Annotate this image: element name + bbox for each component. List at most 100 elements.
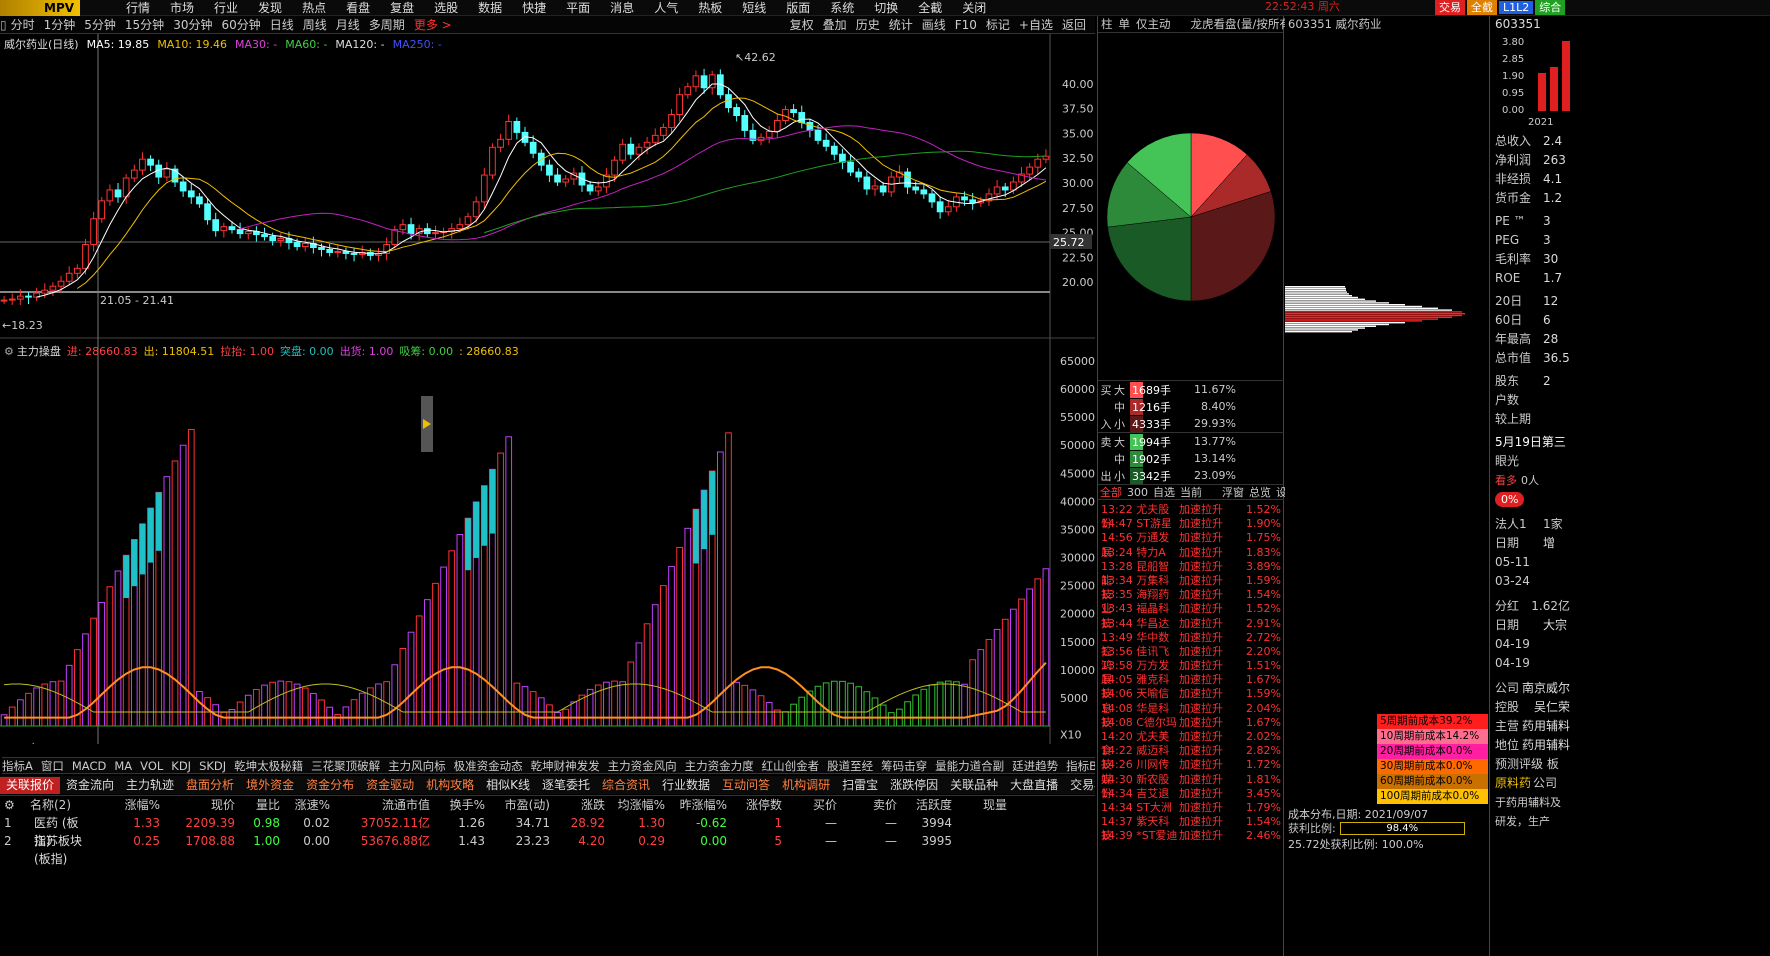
- kline-chart[interactable]: 40.0037.5035.0032.5030.0027.5025.0022.50…: [0, 34, 1095, 744]
- table-row[interactable]: 1 医药 (板指) 1.33 2209.39 0.98 0.02 37052.11亿 1.26…: [0, 814, 1095, 848]
- indicator-tab-2[interactable]: MACD: [72, 759, 106, 773]
- news-item[interactable]: 13:34 万集科技 加速拉升 1.59%: [1101, 574, 1283, 601]
- table-row[interactable]: 2 江苏板块 (板指) 0.25 1708.88 1.00 0.00 53676.88亿 1.…: [0, 832, 1095, 866]
- period-2[interactable]: 5分钟: [84, 16, 116, 33]
- menu-item-6[interactable]: 复盘: [390, 0, 414, 16]
- news-item[interactable]: 14:08 华是科技 加速拉升 2.04%: [1101, 702, 1283, 729]
- news-item[interactable]: 14:26 川网传媒 加速拉升 1.72%: [1101, 758, 1283, 785]
- menu-item-12[interactable]: 人气: [654, 0, 678, 16]
- menu-item-3[interactable]: 发现: [258, 0, 282, 16]
- settings-icon[interactable]: ⚙: [0, 796, 30, 814]
- indicator-tab-12[interactable]: 主力资金风向: [608, 758, 677, 773]
- tool-6[interactable]: 标记: [986, 16, 1010, 33]
- menu-item-18[interactable]: 全截: [918, 0, 942, 16]
- bottom-tab-2[interactable]: 主力轨迹: [120, 777, 180, 794]
- tool-1[interactable]: 叠加: [823, 16, 847, 33]
- menu-item-10[interactable]: 平面: [566, 0, 590, 16]
- bottom-tab-1[interactable]: 资金流向: [60, 777, 120, 794]
- col-header-14[interactable]: 活跃度: [897, 796, 952, 814]
- menu-item-5[interactable]: 看盘: [346, 0, 370, 16]
- news-item[interactable]: 14:37 紫天科技 加速拉升 1.54%: [1101, 815, 1283, 842]
- bottom-tab-5[interactable]: 资金分布: [300, 777, 360, 794]
- col-header-6[interactable]: 换手%: [430, 796, 485, 814]
- col-header-8[interactable]: 涨跌: [550, 796, 605, 814]
- col-header-7[interactable]: 市盈(动): [485, 796, 550, 814]
- news-item[interactable]: 13:22 尤夫股份 加速拉升 1.52%: [1101, 503, 1283, 530]
- tool-5[interactable]: F10: [955, 18, 977, 32]
- col-header-15[interactable]: 现量: [952, 796, 1007, 814]
- col-header-4[interactable]: 涨速%: [280, 796, 330, 814]
- period-4[interactable]: 30分钟: [173, 16, 212, 33]
- indicator-tab-19[interactable]: 指标B: [1066, 758, 1095, 773]
- indicator-tab-14[interactable]: 红山创金者: [762, 758, 820, 773]
- bottom-tab-4[interactable]: 境外资金: [240, 777, 300, 794]
- bottom-tab-12[interactable]: 互动问答: [716, 777, 776, 794]
- col-header-12[interactable]: 买价: [782, 796, 837, 814]
- bottom-tab-0[interactable]: 关联报价: [0, 776, 61, 794]
- news-item[interactable]: 14:56 万通发展 加速拉升 1.75%: [1101, 531, 1283, 558]
- bottom-tab-10[interactable]: 综合资讯: [596, 777, 656, 794]
- news-item[interactable]: 13:49 华中数控 加速拉升 2.72%: [1101, 631, 1283, 658]
- tab-bar[interactable]: 柱: [1101, 16, 1113, 32]
- menu-item-16[interactable]: 系统: [830, 0, 854, 16]
- indicator-tab-13[interactable]: 主力资金力度: [685, 758, 754, 773]
- bottom-tab-8[interactable]: 相似K线: [480, 777, 536, 794]
- bottom-tab-7[interactable]: 机构攻略: [420, 777, 480, 794]
- indicator-tab-0[interactable]: 指标A: [2, 758, 33, 773]
- col-header-13[interactable]: 卖价: [837, 796, 897, 814]
- indicator-tab-17[interactable]: 量能力道合副: [935, 758, 1004, 773]
- news-tab-0[interactable]: 全部: [1100, 484, 1122, 500]
- news-item[interactable]: 13:43 福晶科技 加速拉升 1.52%: [1101, 602, 1283, 629]
- bottom-tab-17[interactable]: 大盘直播: [1004, 777, 1064, 794]
- news-tab-2[interactable]: 自选: [1153, 484, 1175, 500]
- news-item[interactable]: 14:06 天喻信息 加速拉升 1.59%: [1101, 687, 1283, 714]
- indicator-tab-7[interactable]: 乾坤太极秘籍: [234, 758, 303, 773]
- news-item[interactable]: 13:35 海翔药业 加速拉升 1.54%: [1101, 588, 1283, 615]
- menu-item-13[interactable]: 热板: [698, 0, 722, 16]
- tab-single[interactable]: 单: [1119, 16, 1131, 32]
- menu-item-17[interactable]: 切换: [874, 0, 898, 16]
- news-item[interactable]: 14:05 雅克科技 加速拉升 1.67%: [1101, 673, 1283, 700]
- menu-item-9[interactable]: 快捷: [522, 0, 546, 16]
- news-tab-3[interactable]: 当前: [1180, 484, 1202, 500]
- indicator-tab-3[interactable]: MA: [114, 759, 132, 773]
- indicator-tab-9[interactable]: 主力风向标: [388, 758, 446, 773]
- bottom-tab-14[interactable]: 扫雷宝: [836, 777, 884, 794]
- top-button-2[interactable]: L1L2: [1499, 0, 1534, 14]
- news-tab-1[interactable]: 300: [1127, 486, 1148, 499]
- news-tab-4[interactable]: 浮窗: [1222, 484, 1244, 500]
- menu-item-1[interactable]: 市场: [170, 0, 194, 16]
- news-tab-5[interactable]: 总览: [1249, 484, 1271, 500]
- col-header-10[interactable]: 昨涨幅%: [665, 796, 727, 814]
- menu-item-8[interactable]: 数据: [478, 0, 502, 16]
- indicator-tab-15[interactable]: 股道至经: [827, 758, 873, 773]
- col-header-11[interactable]: 涨停数: [727, 796, 782, 814]
- col-header-5[interactable]: 流通市值: [330, 796, 430, 814]
- period-8[interactable]: 月线: [336, 16, 360, 33]
- col-header-0[interactable]: 名称(2): [30, 796, 90, 814]
- news-item[interactable]: 14:20 尤夫美食 加速拉升 2.02%: [1101, 730, 1283, 757]
- indicator-tab-18[interactable]: 廷进趋势: [1012, 758, 1058, 773]
- tool-4[interactable]: 画线: [922, 16, 946, 33]
- indicator-tab-8[interactable]: 三花聚顶破解: [311, 758, 380, 773]
- tool-0[interactable]: 复权: [790, 16, 814, 33]
- period-10[interactable]: 更多 >: [414, 16, 452, 33]
- bottom-tab-11[interactable]: 行业数据: [656, 777, 716, 794]
- bottom-tab-16[interactable]: 关联品种: [944, 777, 1004, 794]
- news-item[interactable]: 13:44 华昌达 加速拉升 2.91%: [1101, 617, 1283, 631]
- news-item[interactable]: 14:30 新农股份 加速拉升 1.81%: [1101, 773, 1283, 800]
- menu-item-14[interactable]: 短线: [742, 0, 766, 16]
- period-1[interactable]: 1分钟: [44, 16, 76, 33]
- col-header-1[interactable]: 涨幅%: [90, 796, 160, 814]
- period-7[interactable]: 周线: [303, 16, 327, 33]
- news-item[interactable]: 14:39 *ST爱迪 加速拉升 2.46%: [1101, 829, 1283, 843]
- period-0[interactable]: 分时: [11, 16, 35, 33]
- bottom-tab-15[interactable]: 涨跌停因: [884, 777, 944, 794]
- period-6[interactable]: 日线: [270, 16, 294, 33]
- bottom-tab-9[interactable]: 逐笔委托: [536, 777, 596, 794]
- news-item[interactable]: 13:24 特力A 加速拉升 1.83%: [1101, 546, 1283, 560]
- bottom-tab-18[interactable]: 交易栏: [1064, 777, 1095, 794]
- indicator-tab-10[interactable]: 极准资金动态: [454, 758, 523, 773]
- top-button-3[interactable]: 综合: [1535, 0, 1566, 15]
- news-item[interactable]: 14:34 吉艾退 加速拉升 3.45%: [1101, 787, 1283, 801]
